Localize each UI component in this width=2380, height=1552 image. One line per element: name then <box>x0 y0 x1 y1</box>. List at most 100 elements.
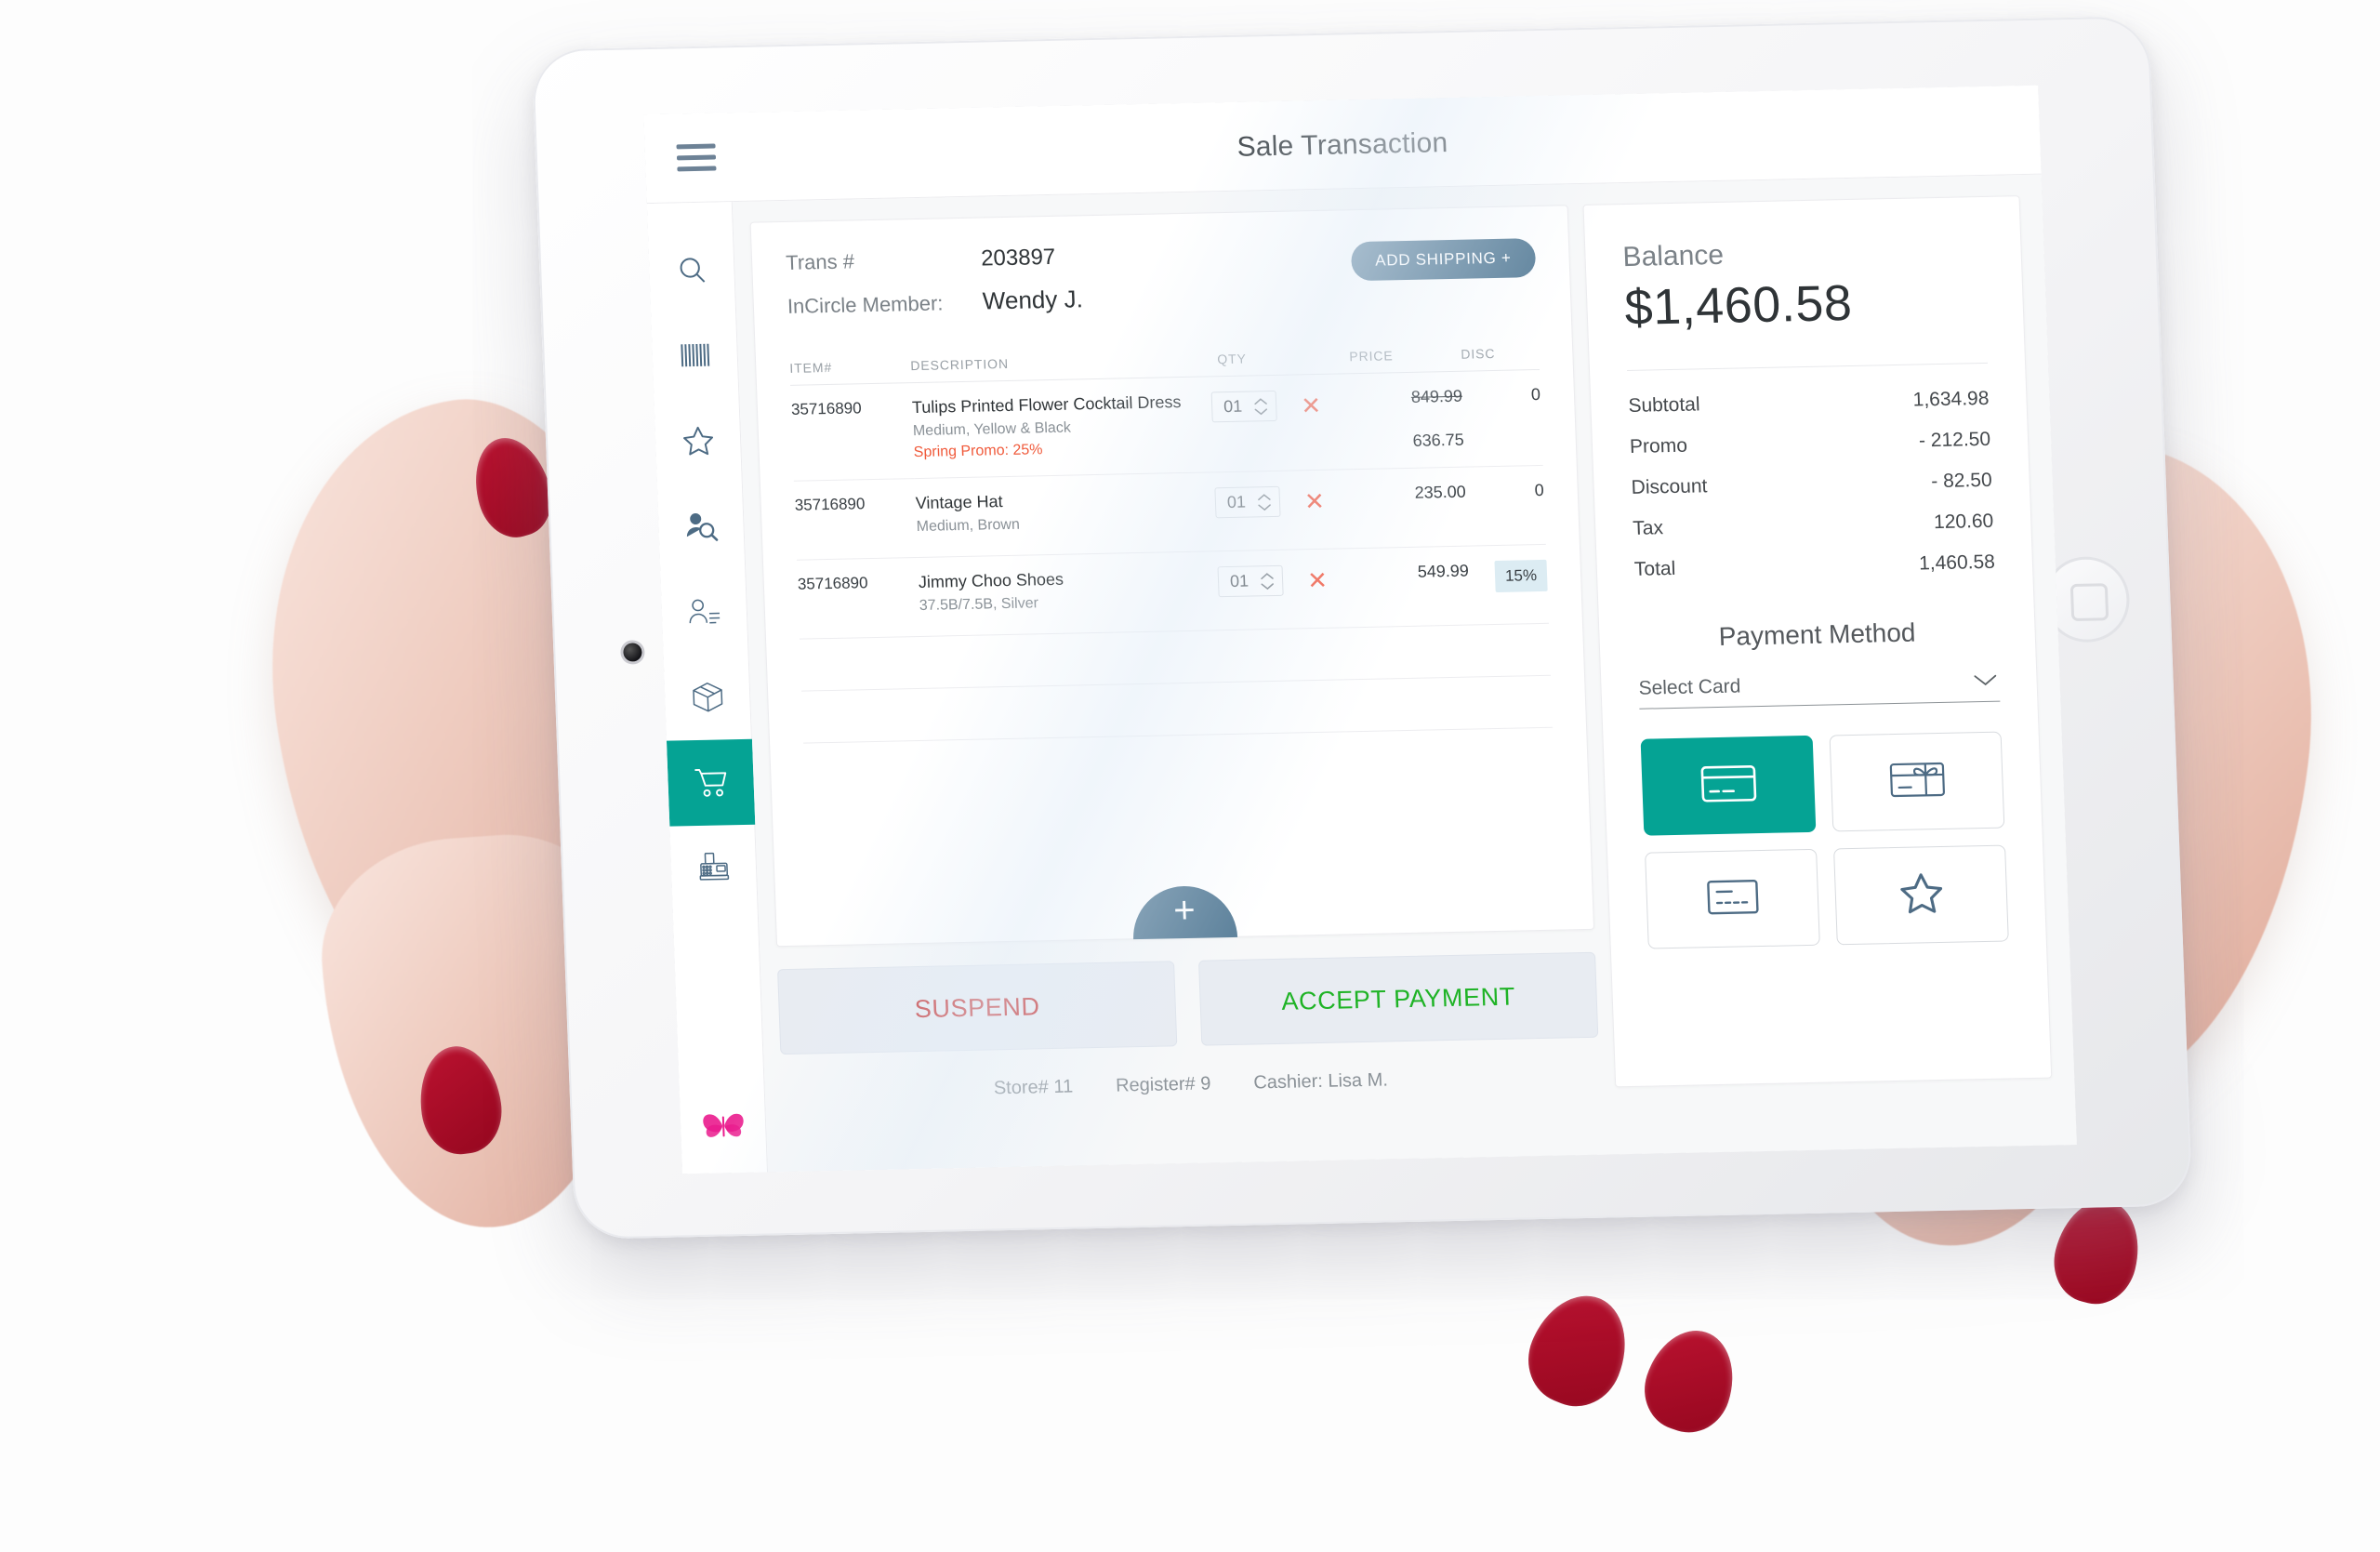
register-number: Register# 9 <box>1115 1073 1211 1096</box>
cell-qty: 01 ✕ <box>1210 373 1354 472</box>
cell-item-number: 35716890 <box>796 557 921 640</box>
summary-label: Discount <box>1631 475 1708 498</box>
trans-number-label: Trans # <box>785 249 855 274</box>
select-card-dropdown[interactable]: Select Card <box>1638 670 2001 710</box>
fingernail <box>1514 1280 1643 1420</box>
quantity-value: 01 <box>1223 396 1243 417</box>
chevron-down-icon <box>1971 671 2000 694</box>
item-attributes: Medium, Yellow & Black <box>912 419 1072 440</box>
cell-price: 549.99 <box>1355 546 1471 628</box>
summary-value: - 212.50 <box>1918 428 1991 452</box>
remove-item-icon[interactable]: ✕ <box>1303 486 1325 514</box>
summary-value: 1,460.58 <box>1918 550 1996 575</box>
main-content: Trans # 203897 InCircle Member: Wendy J.… <box>732 174 2077 1173</box>
sidebar-item-customer-lookup[interactable] <box>656 483 745 570</box>
shopping-cart-icon <box>691 765 729 800</box>
credit-card-icon <box>1699 763 1758 809</box>
cell-description: Vintage Hat Medium, Brown <box>914 471 1217 558</box>
search-icon <box>675 254 707 286</box>
accept-payment-button[interactable]: ACCEPT PAYMENT <box>1197 951 1599 1046</box>
item-attributes: Medium, Brown <box>916 516 1021 536</box>
cell-description: Jimmy Choo Shoes 37.5B/7.5B, Silver <box>917 550 1220 637</box>
sidebar-item-favorites[interactable] <box>654 397 742 484</box>
debit-card-icon <box>1705 877 1761 922</box>
cell-discount[interactable]: 0 <box>1464 465 1546 547</box>
sidebar-item-search[interactable] <box>647 226 735 313</box>
payment-tile-gift-card[interactable] <box>1829 731 2005 832</box>
summary-value: 1,634.98 <box>1912 387 1990 411</box>
balance-panel: Balance $1,460.58 Subtotal 1,634.98 Promo -… <box>1582 195 2053 1088</box>
cashier-name: Cashier: Lisa M. <box>1252 1069 1389 1094</box>
sidebar-item-inventory[interactable] <box>663 654 751 741</box>
suspend-button[interactable]: SUSPEND <box>777 961 1178 1055</box>
member-name: Wendy J. <box>982 285 1084 315</box>
summary-value: - 82.50 <box>1930 469 1993 493</box>
quantity-value: 01 <box>1229 571 1250 590</box>
line-items-body: 35716890 Tulips Printed Flower Cocktail D… <box>790 369 1554 744</box>
star-icon <box>681 424 715 458</box>
remove-item-icon[interactable]: ✕ <box>1307 565 1329 593</box>
status-footer: Store# 11 Register# 9 Cashier: Lisa M. <box>782 1066 1601 1104</box>
butterfly-logo <box>699 1107 747 1149</box>
remove-item-icon[interactable]: ✕ <box>1301 391 1322 418</box>
summary-label: Subtotal <box>1628 393 1700 417</box>
item-name: Vintage Hat <box>915 492 1003 513</box>
cell-discount[interactable]: 0 <box>1461 369 1543 468</box>
barcode-icon <box>679 341 711 370</box>
balance-amount: $1,460.58 <box>1623 274 1854 337</box>
sidebar-item-customer-profile[interactable] <box>660 568 748 656</box>
item-name: Tulips Printed Flower Cocktail Dress <box>911 392 1182 418</box>
summary-row: Tax 120.60 <box>1633 511 1994 540</box>
price-after-promo: 636.75 <box>1412 430 1465 450</box>
cell-qty: 01 ✕ <box>1213 469 1356 551</box>
quantity-stepper[interactable]: 01 <box>1210 390 1277 423</box>
page-title: Sale Transaction <box>1236 127 1448 163</box>
balance-label: Balance <box>1621 239 1725 273</box>
discount-badge[interactable]: 15% <box>1494 559 1548 592</box>
payment-tile-credit-card[interactable] <box>1640 735 1817 836</box>
column-header-disc: DISC <box>1460 344 1540 372</box>
summary-rows: Subtotal 1,634.98 Promo - 212.50 Discount - 8… <box>1628 388 1995 581</box>
package-icon <box>690 680 724 714</box>
transaction-column: Trans # 203897 InCircle Member: Wendy J.… <box>749 205 1603 1172</box>
item-name: Jimmy Choo Shoes <box>918 569 1064 591</box>
summary-label: Promo <box>1629 434 1688 458</box>
member-row: InCircle Member: Wendy J. <box>787 275 1537 320</box>
cell-discount[interactable]: 15% <box>1467 544 1549 626</box>
summary-row: Discount - 82.50 <box>1631 470 1992 499</box>
add-item-button[interactable]: + <box>1131 884 1238 940</box>
quantity-stepper[interactable]: 01 <box>1214 485 1281 519</box>
action-buttons: SUSPEND ACCEPT PAYMENT <box>777 951 1599 1055</box>
sidebar-item-barcode-scan[interactable] <box>651 312 739 399</box>
quantity-value: 01 <box>1226 492 1247 512</box>
trans-number-value: 203897 <box>980 244 1056 272</box>
summary-label: Total <box>1633 557 1676 580</box>
item-promo: Spring Promo: 25% <box>913 442 1043 461</box>
fingernail <box>2044 1191 2150 1312</box>
summary-row: Total 1,460.58 <box>1633 551 1995 581</box>
payment-tiles <box>1640 731 2009 949</box>
stepper-arrows[interactable] <box>1253 397 1269 416</box>
payment-tile-loyalty[interactable] <box>1833 844 2009 946</box>
fingernail <box>1633 1319 1747 1443</box>
stepper-arrows[interactable] <box>1260 571 1276 590</box>
divider <box>1627 362 1989 372</box>
summary-value: 120.60 <box>1933 510 1994 534</box>
cash-register-icon <box>696 851 731 885</box>
sidebar-item-cart[interactable] <box>666 738 755 827</box>
line-items-table: ITEM# DESCRIPTION QTY PRICE DISC 3571689… <box>789 344 1554 744</box>
stepper-arrows[interactable] <box>1257 493 1273 511</box>
item-attributes: 37.5B/7.5B, Silver <box>919 595 1039 614</box>
select-card-value: Select Card <box>1638 675 1741 699</box>
quantity-stepper[interactable]: 01 <box>1217 564 1284 598</box>
sidebar-item-register[interactable] <box>669 825 758 912</box>
payment-method-title: Payment Method <box>1718 617 1916 651</box>
cell-item-number: 35716890 <box>790 382 915 482</box>
customer-profile-icon <box>686 596 722 627</box>
payment-tile-check[interactable] <box>1645 848 1820 949</box>
add-shipping-button[interactable]: ADD SHIPPING + <box>1350 238 1537 282</box>
member-label: InCircle Member: <box>787 291 944 318</box>
customer-search-icon <box>683 511 718 543</box>
price-original: 849.99 <box>1410 386 1463 406</box>
transaction-card: Trans # 203897 InCircle Member: Wendy J.… <box>749 205 1595 948</box>
